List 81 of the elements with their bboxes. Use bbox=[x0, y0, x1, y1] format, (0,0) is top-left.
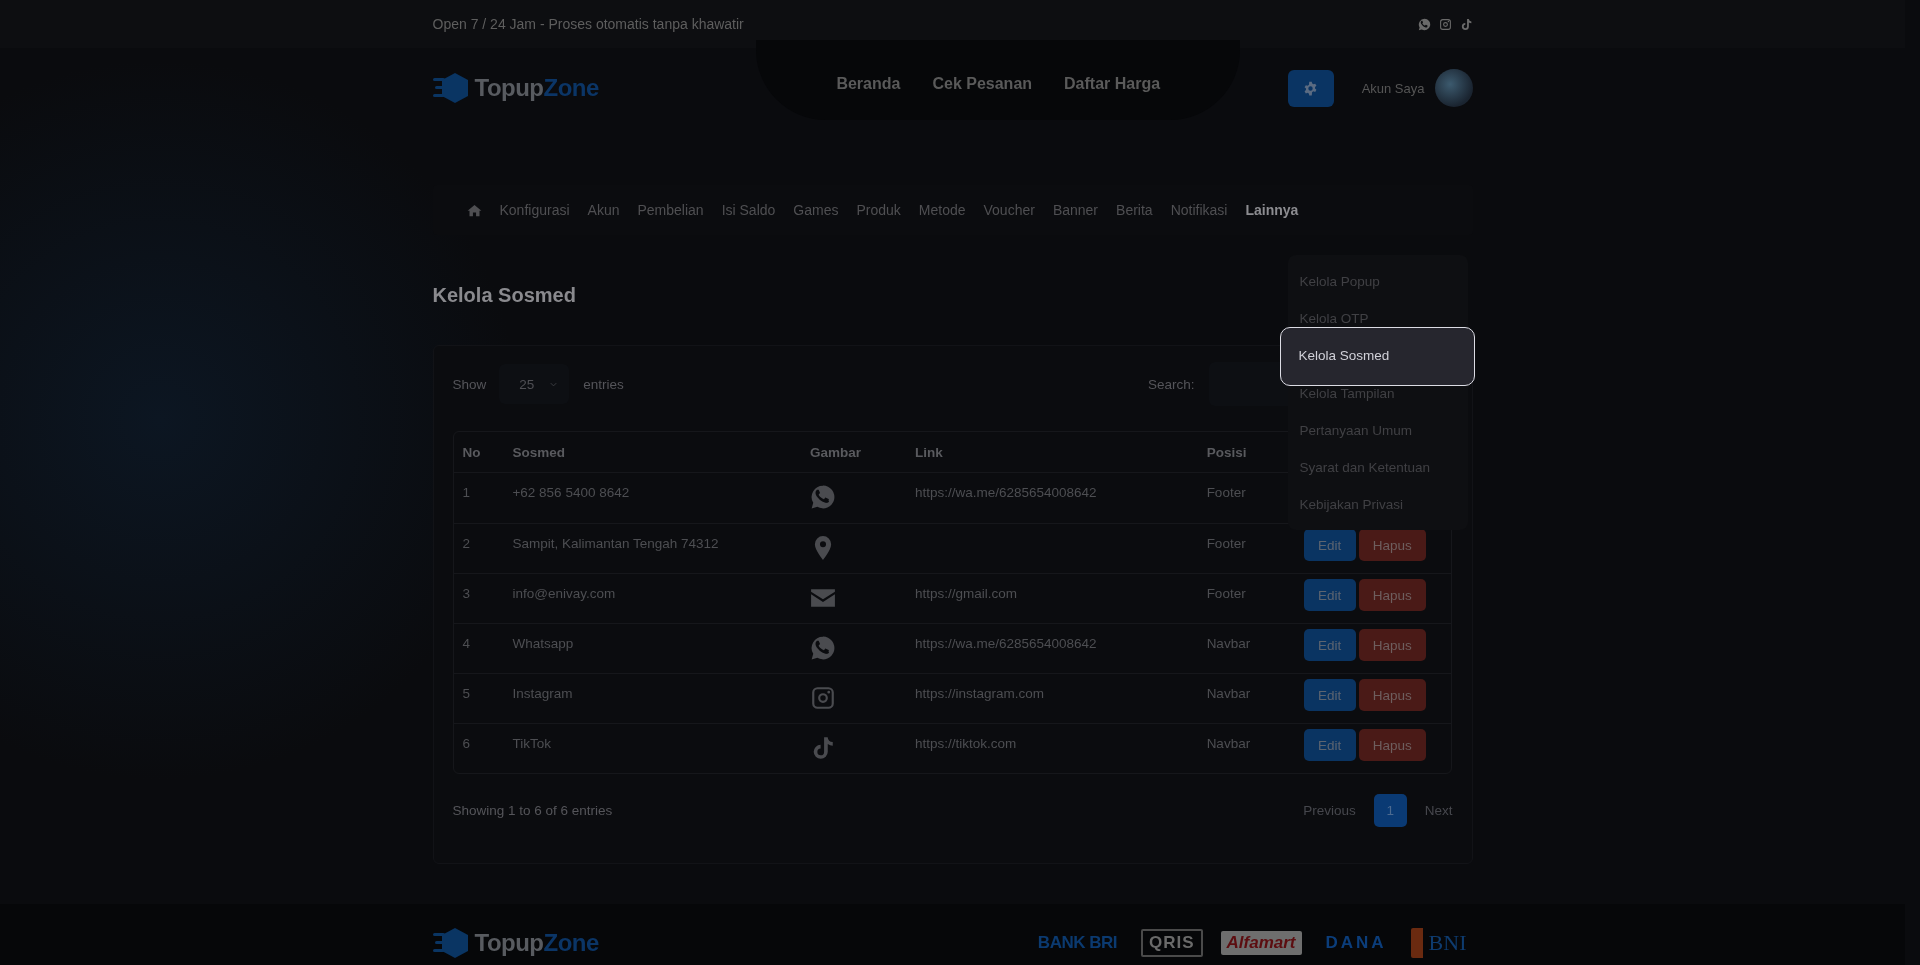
avatar[interactable] bbox=[1434, 69, 1473, 107]
table-cell-text: https://wa.me/6285654008642 bbox=[913, 484, 1098, 502]
nav-link[interactable]: Beranda bbox=[836, 75, 901, 93]
edit-button[interactable]: Edit bbox=[1303, 679, 1356, 711]
edit-button[interactable]: Edit bbox=[1303, 729, 1356, 761]
table-cell: Navbar bbox=[1197, 723, 1295, 773]
table-cell: TikTok bbox=[503, 723, 801, 773]
edit-button[interactable]: Edit bbox=[1303, 629, 1356, 661]
whatsapp-icon bbox=[809, 635, 836, 661]
entries-label: entries bbox=[583, 376, 624, 392]
next-link[interactable]: Next bbox=[1424, 803, 1453, 818]
table-cell-text: Footer bbox=[1205, 484, 1247, 502]
table-cell: 4 bbox=[453, 623, 504, 673]
column-header: Gambar bbox=[800, 432, 906, 473]
menu-tab[interactable]: Voucher bbox=[983, 202, 1035, 218]
table-cell: Sampit, Kalimantan Tengah 74312 bbox=[503, 523, 801, 573]
table-cell: Navbar bbox=[1197, 673, 1295, 723]
previous-link[interactable]: Previous bbox=[1303, 803, 1356, 818]
table-cell: https://gmail.com bbox=[905, 573, 1198, 623]
whatsapp-icon bbox=[809, 484, 836, 510]
table-cell: https://wa.me/6285654008642 bbox=[905, 623, 1198, 673]
home-icon[interactable] bbox=[466, 202, 482, 218]
instagram-icon[interactable] bbox=[1438, 17, 1452, 31]
payment-logo: Alfamart bbox=[1220, 931, 1302, 955]
table-cell: Instagram bbox=[503, 673, 801, 723]
menu-tab[interactable]: Notifikasi bbox=[1170, 202, 1228, 218]
menu-tab[interactable]: Pembelian bbox=[637, 202, 704, 218]
edit-button[interactable]: Edit bbox=[1303, 579, 1356, 611]
entries-info: Showing 1 to 6 of 6 entries bbox=[452, 803, 613, 818]
menu-tab[interactable]: Metode bbox=[918, 202, 966, 218]
table-cell-text: 1 bbox=[461, 484, 471, 502]
payment-logo: DANA bbox=[1324, 932, 1388, 954]
nav-link[interactable]: Daftar Harga bbox=[1064, 75, 1161, 93]
logo-text[interactable]: TopupZone bbox=[474, 74, 599, 102]
dropdown-item[interactable]: Kelola Sosmed bbox=[1279, 327, 1475, 386]
table-cell: info@enivay.com bbox=[503, 573, 801, 623]
table-cell: 2 bbox=[453, 523, 504, 573]
table-cell: Navbar bbox=[1197, 623, 1295, 673]
page-title: Kelola Sosmed bbox=[432, 283, 576, 308]
tiktok-icon[interactable] bbox=[1459, 17, 1473, 31]
instagram-icon bbox=[809, 685, 836, 711]
table-cell: 5 bbox=[453, 673, 504, 723]
payment-logo: QRIS bbox=[1140, 929, 1203, 957]
menu-tab[interactable]: Akun bbox=[587, 202, 620, 218]
table-cell: 6 bbox=[453, 723, 504, 773]
payment-logo: BNI bbox=[1410, 928, 1473, 958]
settings-icon bbox=[1303, 80, 1319, 96]
whatsapp-icon[interactable] bbox=[1417, 17, 1431, 31]
table-cell: Footer bbox=[1197, 573, 1295, 623]
show-label: Show bbox=[452, 376, 487, 392]
table-cell: https://tiktok.com bbox=[905, 723, 1198, 773]
search-label: Search: bbox=[1147, 376, 1195, 392]
delete-button[interactable]: Hapus bbox=[1358, 729, 1426, 761]
column-header: Link bbox=[905, 432, 1198, 473]
settings-button[interactable] bbox=[1287, 69, 1334, 107]
account-link[interactable]: Akun Saya bbox=[1361, 80, 1425, 96]
footer-logo[interactable]: TopupZone bbox=[474, 929, 599, 957]
menu-tab[interactable]: Isi Saldo bbox=[721, 202, 776, 218]
menu-tab[interactable]: Konfigurasi bbox=[499, 202, 570, 218]
delete-button[interactable]: Hapus bbox=[1358, 579, 1426, 611]
menu-tab[interactable]: Produk bbox=[856, 202, 901, 218]
nav-link[interactable]: Cek Pesanan bbox=[932, 75, 1033, 93]
tagline: Open 7 / 24 Jam - Proses otomatis tanpa khawatir bbox=[432, 16, 744, 32]
table-cell: 3 bbox=[453, 573, 504, 623]
menu-tab[interactable]: Games bbox=[793, 202, 839, 218]
table-cell-text: +62 856 5400 8642 bbox=[511, 484, 631, 502]
edit-button[interactable]: Edit bbox=[1303, 529, 1356, 561]
menu-tab[interactable]: Lainnya bbox=[1245, 202, 1299, 218]
page-button[interactable]: 1 bbox=[1373, 794, 1407, 827]
entries-select[interactable]: 25 bbox=[499, 364, 570, 404]
menu-tab[interactable]: Banner bbox=[1052, 202, 1099, 218]
table-cell: https://instagram.com bbox=[905, 673, 1198, 723]
delete-button[interactable]: Hapus bbox=[1358, 629, 1426, 661]
column-header: Sosmed bbox=[503, 432, 801, 473]
table-cell: Footer bbox=[1197, 523, 1295, 573]
payment-logo: BANK BRI bbox=[1036, 932, 1118, 954]
delete-button[interactable]: Hapus bbox=[1358, 679, 1426, 711]
delete-button[interactable]: Hapus bbox=[1358, 529, 1426, 561]
column-header: No bbox=[453, 432, 504, 473]
table-cell: Whatsapp bbox=[503, 623, 801, 673]
menu-tab[interactable]: Berita bbox=[1116, 202, 1153, 218]
